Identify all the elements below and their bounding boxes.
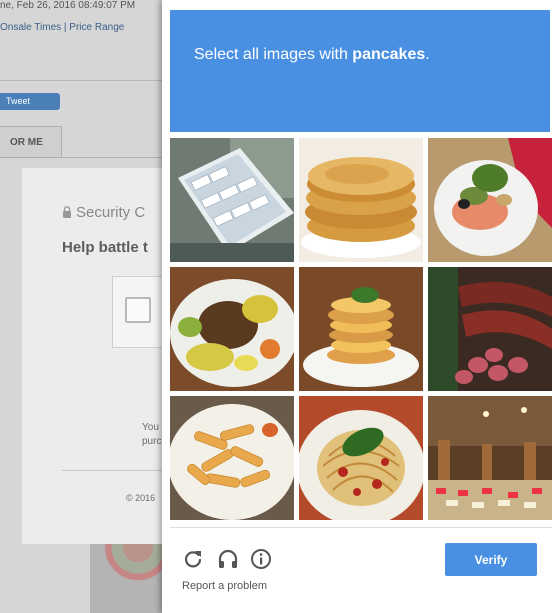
buffet-image [428, 396, 552, 520]
headphones-icon[interactable] [217, 548, 239, 570]
prompt-prefix: Select all images with [194, 46, 353, 63]
challenge-header: Select all images with pancakes. [170, 10, 550, 132]
image-tile-pasta[interactable] [170, 396, 294, 520]
tweet-label: Tweet [6, 96, 31, 106]
image-tile-small-pancake-stack[interactable] [299, 267, 423, 391]
spaghetti-image [299, 396, 423, 520]
security-check-card: Security C Help battle t You purc © 2016 [22, 168, 173, 544]
pancake-stack-image [299, 138, 423, 262]
meat-plate-image [170, 267, 294, 391]
salmon-plate-image [428, 138, 552, 262]
help-battle-text: Help battle t [62, 239, 148, 256]
image-tile-pancake-stack[interactable] [299, 138, 423, 262]
prompt-suffix: . [425, 46, 430, 63]
image-tile-cake-tray[interactable] [170, 138, 294, 262]
cake-tray-image [170, 138, 294, 262]
lock-icon [63, 206, 71, 218]
onsale-links[interactable]: Onsale Times | Price Range [0, 22, 124, 33]
small-pancake-stack-image [299, 267, 423, 391]
tab-for-me[interactable]: OR ME [0, 126, 62, 158]
report-problem-link[interactable]: Report a problem [182, 580, 267, 592]
prompt-target: pancakes [352, 46, 426, 63]
verify-button[interactable]: Verify [445, 543, 537, 576]
recaptcha-checkbox[interactable] [125, 297, 151, 323]
security-body-text: You purc [142, 421, 161, 449]
tab-underline [62, 157, 172, 158]
pasta-image [170, 396, 294, 520]
image-tile-salmon-plate[interactable] [428, 138, 552, 262]
divider [0, 80, 170, 81]
info-icon[interactable] [250, 548, 272, 570]
body-line-1: You [142, 422, 159, 433]
security-title-text: Security C [76, 204, 146, 221]
image-tile-buffet[interactable] [428, 396, 552, 520]
sausages-image [428, 267, 552, 391]
challenge-prompt: Select all images with pancakes. [194, 46, 430, 64]
seat-map-image [90, 540, 170, 613]
body-line-2: purc [142, 436, 162, 447]
image-tile-spaghetti[interactable] [299, 396, 423, 520]
copyright-text: © 2016 [126, 493, 156, 503]
image-grid [170, 138, 552, 520]
security-title: Security C [62, 204, 145, 221]
captcha-challenge: Select all images with pancakes. Report … [162, 0, 556, 613]
tweet-button[interactable]: Tweet [0, 93, 60, 110]
event-datetime: ne, Feb 26, 2016 08:49:07 PM [0, 0, 136, 10]
reload-icon[interactable] [182, 548, 204, 570]
divider [62, 470, 172, 471]
image-tile-sausages[interactable] [428, 267, 552, 391]
footer-divider [170, 527, 552, 528]
image-tile-meat-plate[interactable] [170, 267, 294, 391]
